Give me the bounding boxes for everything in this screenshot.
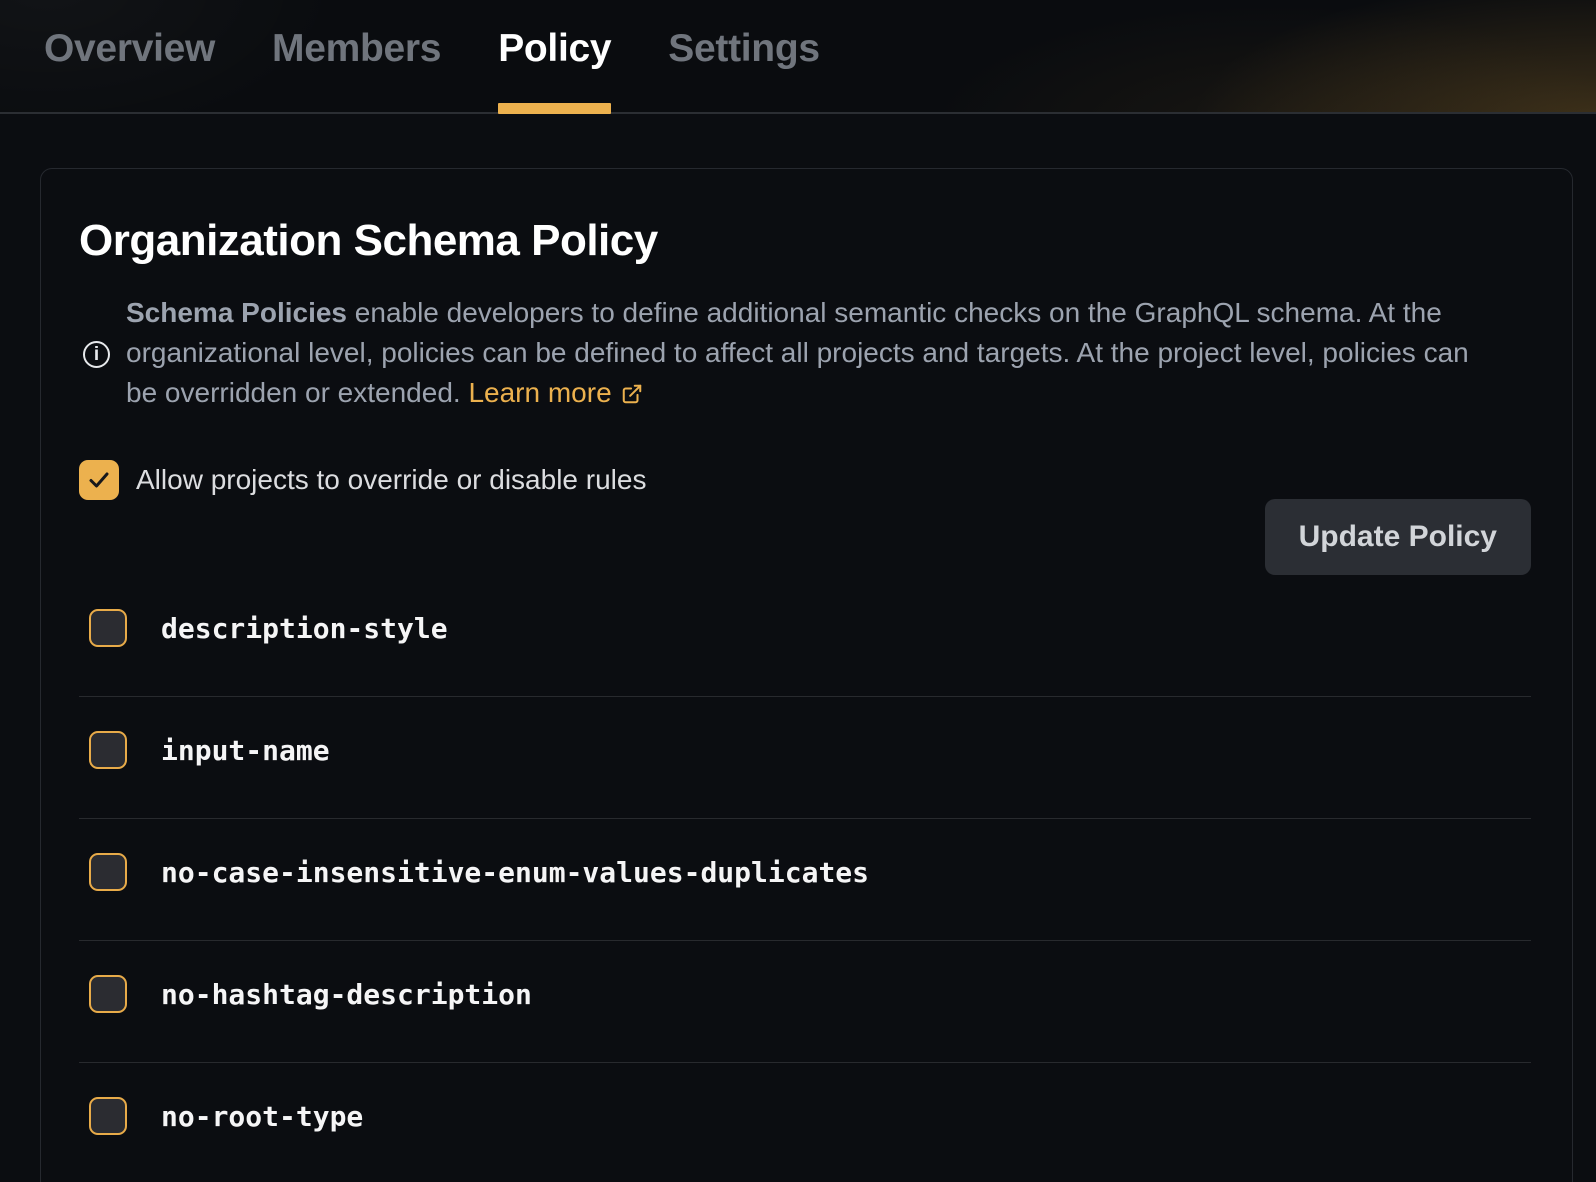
- tab-members-label: Members: [272, 27, 441, 71]
- allow-override-label[interactable]: Allow projects to override or disable ru…: [136, 464, 646, 496]
- schema-policy-card: Organization Schema Policy i Schema Poli…: [40, 168, 1573, 1182]
- actions-row: Update Policy: [79, 499, 1531, 575]
- tab-policy-label: Policy: [498, 27, 611, 71]
- rules-list: description-style input-name no-case-ins…: [79, 575, 1531, 1182]
- rule-name: description-style: [161, 612, 448, 645]
- update-policy-button[interactable]: Update Policy: [1265, 499, 1531, 575]
- tab-overview-label: Overview: [44, 27, 215, 71]
- rule-checkbox-no-case-insensitive-enum-values-duplicates[interactable]: [89, 853, 127, 891]
- active-tab-indicator: [498, 103, 611, 114]
- allow-override-row: Allow projects to override or disable ru…: [79, 460, 1531, 500]
- learn-more-label: Learn more: [468, 377, 611, 408]
- rule-checkbox-no-root-type[interactable]: [89, 1097, 127, 1135]
- rule-checkbox-description-style[interactable]: [89, 609, 127, 647]
- org-tab-bar: Overview Members Policy Settings: [0, 0, 1596, 114]
- rule-row-input-name: input-name: [79, 697, 1531, 819]
- tab-settings[interactable]: Settings: [668, 0, 819, 98]
- rule-row-no-hashtag-description: no-hashtag-description: [79, 941, 1531, 1063]
- rule-name: input-name: [161, 734, 330, 767]
- tab-members[interactable]: Members: [272, 0, 441, 98]
- rule-name: no-root-type: [161, 1100, 363, 1133]
- tab-policy[interactable]: Policy: [498, 0, 611, 98]
- policy-description: Schema Policies enable developers to def…: [126, 293, 1498, 416]
- rule-name: no-hashtag-description: [161, 978, 532, 1011]
- external-link-icon: [621, 376, 643, 416]
- policy-info-banner: i Schema Policies enable developers to d…: [79, 293, 1531, 416]
- tab-overview[interactable]: Overview: [44, 0, 215, 98]
- checkmark-icon: [87, 468, 111, 492]
- learn-more-link[interactable]: Learn more: [468, 377, 642, 408]
- rule-name: no-case-insensitive-enum-values-duplicat…: [161, 856, 869, 889]
- page-title: Organization Schema Policy: [79, 216, 1531, 266]
- rule-checkbox-no-hashtag-description[interactable]: [89, 975, 127, 1013]
- rule-row-no-case-insensitive-enum-values-duplicates: no-case-insensitive-enum-values-duplicat…: [79, 819, 1531, 941]
- rule-checkbox-input-name[interactable]: [89, 731, 127, 769]
- allow-override-checkbox[interactable]: [79, 460, 119, 500]
- rule-row-description-style: description-style: [79, 575, 1531, 697]
- info-icon: i: [83, 341, 110, 368]
- tab-settings-label: Settings: [668, 27, 819, 71]
- policy-description-lead: Schema Policies: [126, 297, 347, 328]
- rule-row-no-root-type: no-root-type: [79, 1063, 1531, 1182]
